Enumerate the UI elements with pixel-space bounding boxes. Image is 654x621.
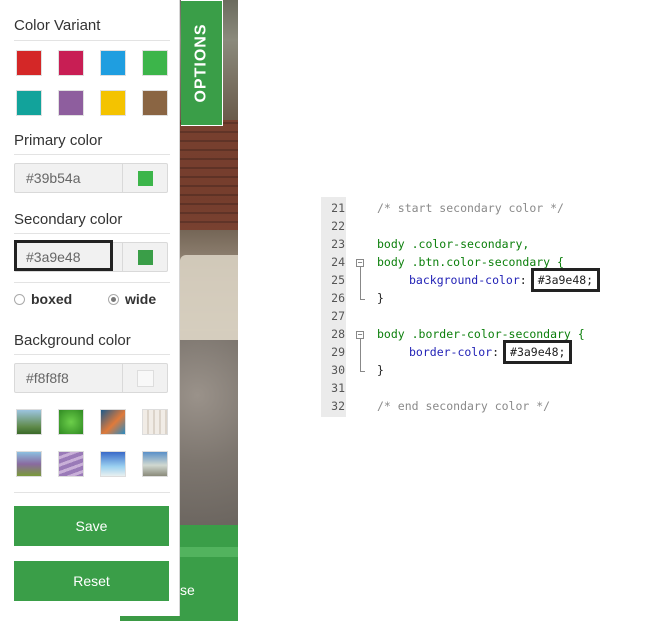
code-line: background-color: #3a9e48; (409, 268, 601, 292)
reset-button[interactable]: Reset (14, 561, 169, 601)
code-line: } (377, 291, 384, 305)
background-color-value: #f8f8f8 (26, 370, 69, 386)
secondary-color-picker[interactable] (122, 243, 167, 271)
line-number: 26 (331, 291, 345, 305)
code-line: body .btn.color-secondary { (377, 255, 564, 269)
style-switcher-panel: Color Variant Primary color #39b54a Seco… (2, 0, 180, 616)
swatch-yellow[interactable] (100, 90, 126, 116)
highlighted-color-value: #3a9e48; (503, 340, 573, 364)
fold-end (360, 371, 365, 372)
options-tab[interactable]: OPTIONS (181, 0, 223, 126)
bg-pattern-road-thumbnail[interactable] (142, 451, 168, 477)
save-button[interactable]: Save (14, 506, 169, 546)
layout-boxed-radio[interactable]: boxed (14, 291, 72, 307)
bg-pattern-wood-thumbnail[interactable] (142, 409, 168, 435)
line-number: 31 (331, 381, 345, 395)
line-number: 28 (331, 327, 345, 341)
bg-pattern-grass-thumbnail[interactable] (58, 409, 84, 435)
line-number-gutter: 21 22 23 24 25 26 27 28 29 30 31 32 (321, 197, 346, 417)
code-line: /* end secondary color */ (377, 399, 551, 413)
radio-selected-icon (108, 293, 119, 305)
fold-end (360, 299, 365, 300)
bg-pattern-lavender-thumbnail[interactable] (16, 451, 42, 477)
swatch-purple[interactable] (58, 90, 84, 116)
code-line: body .border-color-secondary { (377, 327, 585, 341)
code-line: } (377, 363, 384, 377)
line-number: 23 (331, 237, 345, 251)
divider (14, 282, 170, 283)
bg-pattern-trees-thumbnail[interactable] (16, 409, 42, 435)
divider (14, 354, 170, 355)
swatch-green[interactable] (142, 50, 168, 76)
divider (14, 492, 170, 493)
divider (14, 154, 170, 155)
layout-wide-label: wide (125, 291, 157, 307)
code-line: body .color-secondary, (377, 237, 530, 251)
line-number: 22 (331, 219, 345, 233)
line-number: 27 (331, 309, 345, 323)
primary-color-input[interactable]: #39b54a (14, 163, 168, 193)
patio-ground-image (180, 340, 238, 525)
primary-color-picker[interactable] (122, 164, 167, 192)
layout-wide-radio[interactable]: wide (108, 291, 156, 307)
divider (14, 40, 170, 41)
color-chip-icon (136, 369, 154, 387)
radio-icon (14, 293, 25, 305)
highlight-box (14, 240, 113, 271)
fold-collapse-icon[interactable]: − (356, 259, 364, 267)
code-line: /* start secondary color */ (377, 201, 564, 215)
swatch-brown[interactable] (142, 90, 168, 116)
swatch-red[interactable] (16, 50, 42, 76)
color-chip-icon (137, 249, 153, 265)
layout-boxed-label: boxed (31, 291, 73, 307)
site-text-fragment: se (180, 582, 195, 598)
bg-pattern-field-thumbnail[interactable] (58, 451, 84, 477)
fold-guide (360, 267, 361, 299)
line-number: 32 (331, 399, 345, 413)
code-line: border-color: #3a9e48; (409, 340, 573, 364)
divider (14, 233, 170, 234)
background-color-input[interactable]: #f8f8f8 (14, 363, 168, 393)
primary-color-title: Primary color (14, 132, 103, 149)
fold-collapse-icon[interactable]: − (356, 331, 364, 339)
background-color-picker[interactable] (122, 364, 167, 392)
css-code-view: 21 22 23 24 25 26 27 28 29 30 31 32 /* start second… (321, 197, 635, 417)
secondary-color-title: Secondary color (14, 211, 123, 228)
options-tab-label: OPTIONS (192, 23, 210, 103)
site-footer-bar (180, 525, 238, 621)
color-chip-icon (137, 170, 153, 186)
swatch-blue[interactable] (100, 50, 126, 76)
background-color-title: Background color (14, 332, 131, 349)
primary-color-value: #39b54a (26, 170, 81, 186)
line-number: 21 (331, 201, 345, 215)
line-number: 29 (331, 345, 345, 359)
fold-guide (360, 339, 361, 371)
bg-pattern-sky-thumbnail[interactable] (100, 451, 126, 477)
swatch-teal[interactable] (16, 90, 42, 116)
footer-stripe (180, 547, 238, 557)
line-number: 24 (331, 255, 345, 269)
highlighted-color-value: #3a9e48; (530, 268, 601, 292)
line-number: 25 (331, 273, 345, 287)
brick-wall-image (180, 120, 238, 230)
swatch-crimson[interactable] (58, 50, 84, 76)
bg-pattern-city-thumbnail[interactable] (100, 409, 126, 435)
line-number: 30 (331, 363, 345, 377)
color-variant-title: Color Variant (14, 17, 101, 34)
lounge-chair-image (180, 255, 238, 345)
